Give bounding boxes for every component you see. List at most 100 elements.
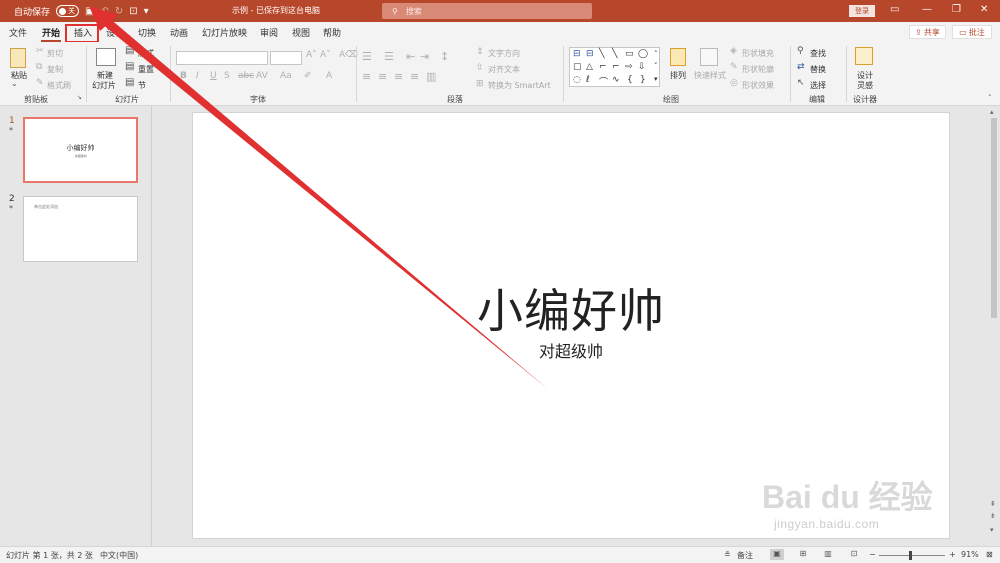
gallery-more-icon[interactable]: ▾: [654, 75, 658, 83]
customize-qat-icon[interactable]: ▾: [144, 6, 149, 17]
slide-sorter-icon[interactable]: ⊞: [796, 549, 810, 560]
quick-styles-icon[interactable]: [700, 48, 718, 66]
design-ideas-icon[interactable]: [855, 47, 873, 65]
slide-thumbnail[interactable]: 小编好帅 对超级帅: [23, 117, 138, 183]
scroll-thumb[interactable]: [991, 118, 997, 318]
shape-outline-button[interactable]: 形状轮廓: [742, 64, 774, 75]
redo-icon[interactable]: ↻: [115, 6, 123, 17]
tab-help[interactable]: 帮助: [323, 26, 341, 39]
highlight-icon[interactable]: ✐: [304, 71, 312, 81]
layout-button[interactable]: 版式: [138, 48, 154, 59]
find-icon[interactable]: ⚲: [797, 46, 804, 56]
numbering-icon[interactable]: ☰: [384, 50, 394, 63]
scroll-down-icon[interactable]: ▾: [990, 526, 994, 534]
rounded-rect-shape-icon[interactable]: ▢: [573, 62, 582, 72]
ribbon-display-icon[interactable]: ▭: [890, 4, 899, 15]
shape-fill-icon[interactable]: ◈: [730, 46, 737, 56]
prev-slide-icon[interactable]: ⇞: [990, 500, 996, 508]
fit-slide-icon[interactable]: ⊠: [986, 550, 993, 559]
zoom-out-icon[interactable]: −: [869, 550, 876, 559]
slide-thumbnail[interactable]: 单击此处添加: [23, 196, 138, 262]
clipboard-launcher-icon[interactable]: ↘: [77, 94, 82, 101]
strikethrough-icon[interactable]: abc: [238, 71, 254, 81]
font-color-icon[interactable]: A: [326, 71, 332, 81]
underline-icon[interactable]: U: [210, 71, 217, 81]
save-icon[interactable]: ▣: [85, 6, 94, 17]
minimize-icon[interactable]: —: [922, 4, 932, 15]
vertical-scrollbar[interactable]: ▴ ⇞ ⇟ ▾: [988, 108, 1000, 546]
slide-title[interactable]: 小编好帅: [193, 275, 949, 341]
shapes-gallery[interactable]: ⊟ ⊟ ╲ ╲ ▭ ◯ ▢ △ ⌐ ⌐ ⇨ ⇩ ◌ ℓ ⌒ ∿ { } ˄ ˅ …: [569, 47, 660, 88]
align-text-button[interactable]: 对齐文本: [488, 64, 520, 75]
elbow-arrow-shape-icon[interactable]: ⌐: [612, 62, 620, 72]
right-arrow-shape-icon[interactable]: ⇨: [625, 62, 633, 72]
quick-styles-button[interactable]: 快速样式: [694, 70, 726, 81]
triangle-shape-icon[interactable]: △: [586, 62, 593, 72]
italic-icon[interactable]: I: [196, 71, 199, 81]
new-slide-label-2[interactable]: 幻灯片: [92, 80, 116, 91]
vertical-textbox-shape-icon[interactable]: ⊟: [586, 49, 594, 59]
find-button[interactable]: 查找: [810, 48, 826, 59]
gallery-down-icon[interactable]: ˅: [654, 62, 658, 70]
smartart-icon[interactable]: ⊞: [476, 79, 484, 89]
search-input[interactable]: ⚲ 搜索: [382, 3, 592, 19]
notes-icon[interactable]: ≗: [724, 550, 731, 559]
align-text-icon[interactable]: ⇳: [476, 63, 484, 73]
zoom-in-icon[interactable]: +: [949, 550, 956, 559]
tab-file[interactable]: 文件: [9, 26, 27, 39]
paste-icon[interactable]: [10, 48, 26, 68]
format-painter-icon[interactable]: ✎: [36, 78, 44, 88]
tab-slideshow[interactable]: 幻灯片放映: [202, 26, 247, 39]
reset-icon[interactable]: ▤: [125, 61, 134, 72]
shrink-font-icon[interactable]: A˅: [320, 50, 331, 60]
arrange-button[interactable]: 排列: [670, 70, 686, 81]
font-name-combo[interactable]: [176, 51, 268, 65]
share-button[interactable]: ⇪ 共享: [909, 25, 946, 39]
shape-outline-icon[interactable]: ✎: [730, 62, 738, 72]
close-icon[interactable]: ✕: [980, 4, 988, 15]
oval-shape-icon[interactable]: ◯: [638, 49, 648, 59]
elbow-connector-shape-icon[interactable]: ⌐: [599, 62, 607, 72]
down-arrow-shape-icon[interactable]: ⇩: [638, 62, 646, 72]
section-icon[interactable]: ▤: [125, 77, 134, 88]
tab-view[interactable]: 视图: [292, 26, 310, 39]
reset-button[interactable]: 重置: [138, 64, 154, 75]
curve-shape-icon[interactable]: ∿: [612, 75, 620, 85]
justify-icon[interactable]: ≡: [410, 70, 419, 83]
rectangle-shape-icon[interactable]: ▭: [625, 49, 634, 59]
comments-button[interactable]: ▭ 批注: [952, 25, 992, 39]
layout-icon[interactable]: ▤: [125, 45, 134, 56]
arrow-line-shape-icon[interactable]: ╲: [612, 49, 617, 59]
shape-effects-button[interactable]: 形状效果: [742, 80, 774, 91]
tab-animations[interactable]: 动画: [170, 26, 188, 39]
notes-button[interactable]: 备注: [737, 550, 753, 561]
undo-icon[interactable]: ↶: [100, 6, 108, 17]
increase-indent-icon[interactable]: ⇥: [420, 50, 429, 63]
decrease-indent-icon[interactable]: ⇤: [406, 50, 415, 63]
next-slide-icon[interactable]: ⇟: [990, 512, 996, 520]
columns-icon[interactable]: ▥: [426, 70, 436, 83]
grow-font-icon[interactable]: A˄: [306, 50, 317, 60]
replace-button[interactable]: 替换: [810, 64, 826, 75]
convert-smartart-button[interactable]: 转换为 SmartArt: [488, 80, 551, 91]
new-slide-icon[interactable]: [96, 48, 116, 66]
align-left-icon[interactable]: ≡: [362, 70, 371, 83]
tab-design[interactable]: 设计: [106, 26, 124, 39]
text-direction-button[interactable]: 文字方向: [488, 48, 520, 59]
select-button[interactable]: 选择: [810, 80, 826, 91]
shape-effects-icon[interactable]: ◎: [730, 78, 738, 88]
zoom-slider[interactable]: [879, 555, 945, 556]
section-button[interactable]: 节: [138, 80, 146, 91]
scribble-shape-icon[interactable]: ℓ: [586, 75, 590, 85]
align-right-icon[interactable]: ≡: [394, 70, 403, 83]
text-direction-icon[interactable]: ⇕: [476, 47, 484, 57]
textbox-shape-icon[interactable]: ⊟: [573, 49, 581, 59]
cut-icon[interactable]: ✂: [36, 46, 44, 56]
copy-button[interactable]: 复制: [47, 64, 63, 75]
slide-subtitle[interactable]: 对超级帅: [193, 338, 949, 362]
shape-fill-button[interactable]: 形状填充: [742, 48, 774, 59]
login-button[interactable]: 登录: [849, 5, 875, 17]
bold-icon[interactable]: B: [180, 71, 187, 81]
zoom-level[interactable]: 91%: [961, 550, 979, 559]
design-ideas-label-2[interactable]: 灵感: [857, 80, 873, 91]
